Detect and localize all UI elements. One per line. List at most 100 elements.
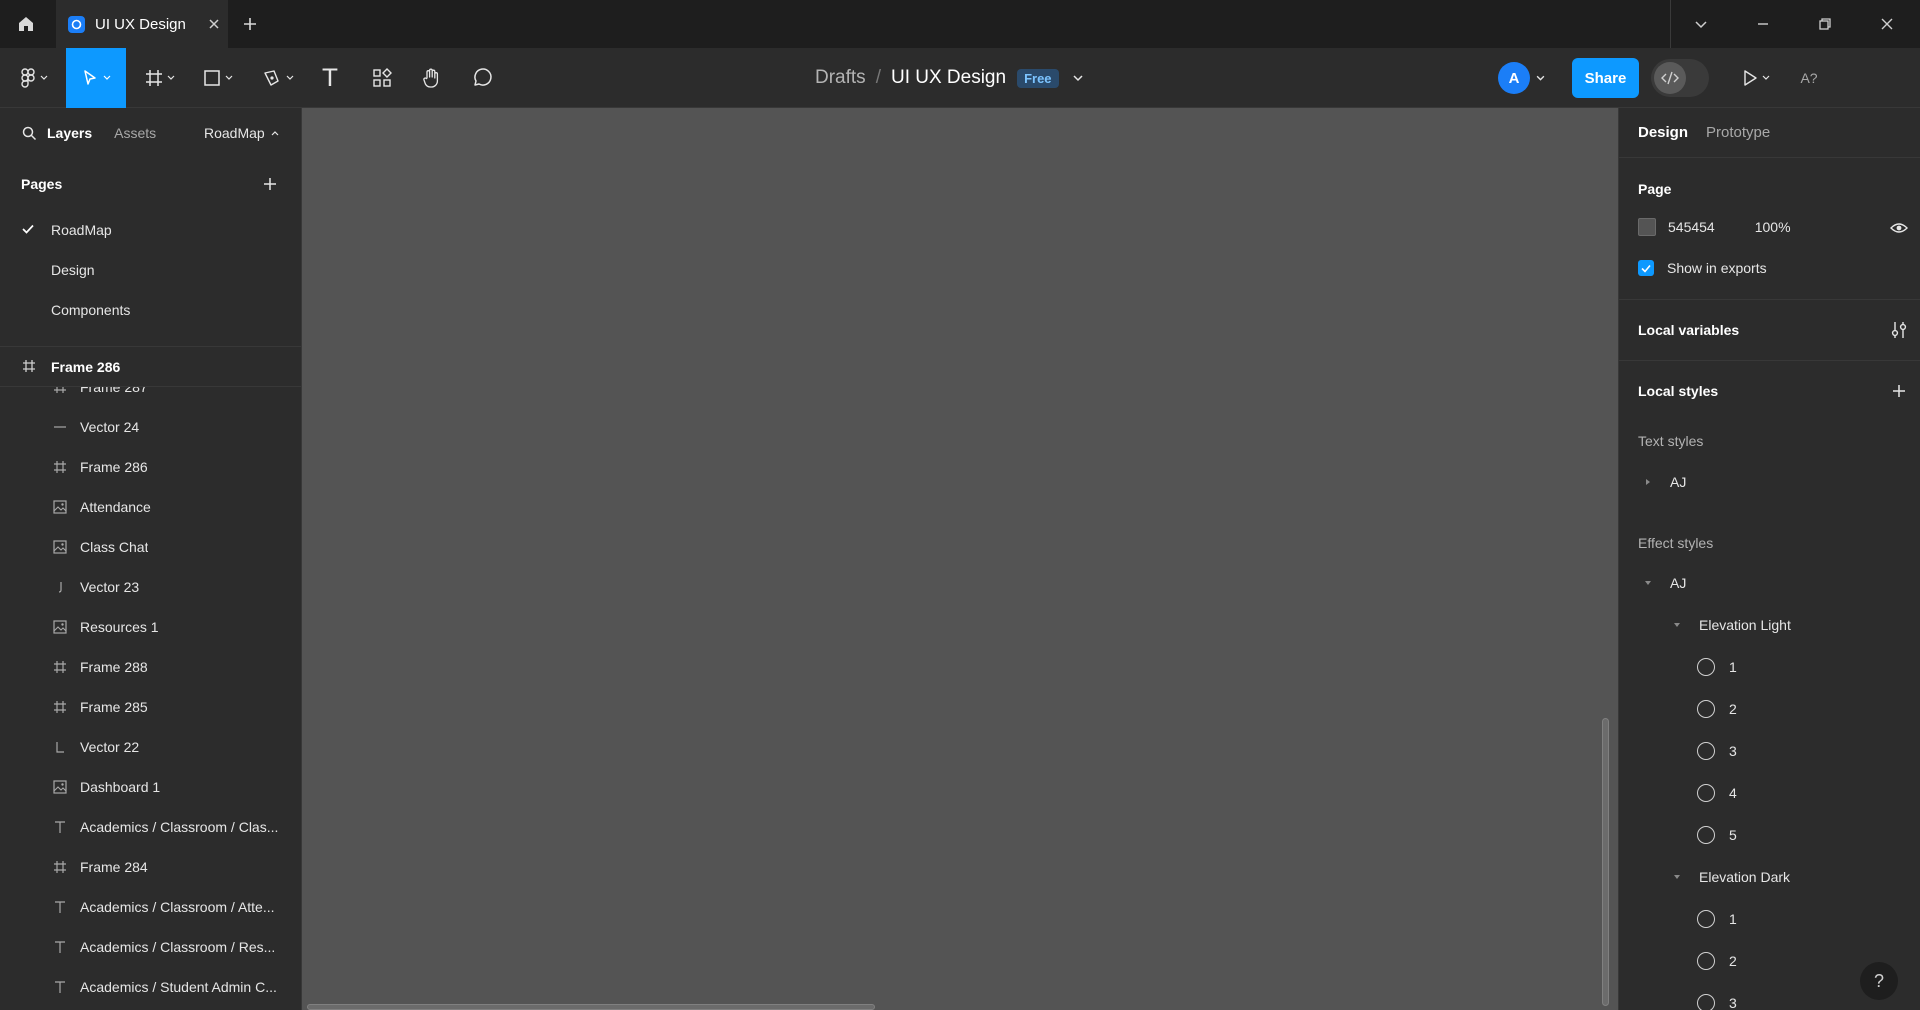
layer-row[interactable]: Academics / Classroom / Atte...	[0, 887, 301, 927]
layer-row[interactable]: Vector 24	[0, 407, 301, 447]
text-style-group-aj[interactable]: AJ	[1643, 470, 1686, 494]
left-panel-tabs: Layers Assets RoadMap	[0, 108, 301, 158]
layer-row[interactable]: Academics / Classroom / Clas...	[0, 807, 301, 847]
breadcrumb-drafts[interactable]: Drafts	[815, 67, 866, 89]
tab-design[interactable]: Design	[1638, 124, 1688, 141]
restore-button[interactable]	[1794, 0, 1856, 48]
tab-assets[interactable]: Assets	[114, 125, 156, 141]
dev-mode-toggle[interactable]	[1651, 59, 1709, 97]
layer-label: Vector 22	[80, 739, 140, 755]
layer-label: Frame 285	[80, 699, 148, 715]
effect-style-item[interactable]: 1	[1697, 655, 1737, 679]
effect-style-item[interactable]: 3	[1697, 991, 1737, 1010]
restore-icon	[1819, 18, 1831, 30]
image-icon	[53, 780, 67, 794]
move-tool[interactable]	[66, 48, 126, 108]
elevation-dark-group[interactable]: Elevation Dark	[1672, 865, 1790, 889]
layer-row[interactable]: Frame 286	[0, 447, 301, 487]
text-tool[interactable]: T	[314, 48, 346, 108]
layer-row[interactable]: Frame 285	[0, 687, 301, 727]
layer-row[interactable]: Academics / Classroom / Res...	[0, 927, 301, 967]
drop-shadow-icon	[1697, 700, 1715, 718]
chevron-down-icon	[40, 75, 48, 80]
file-menu-button[interactable]	[1073, 73, 1083, 83]
add-page-button[interactable]	[260, 174, 280, 194]
section-divider	[1619, 299, 1920, 300]
resources-tool[interactable]	[366, 48, 398, 108]
avatar: A	[1498, 62, 1530, 94]
effect-style-item[interactable]: 2	[1697, 697, 1737, 721]
effect-style-item[interactable]: 3	[1697, 739, 1737, 763]
page-section-title: Page	[1638, 181, 1672, 197]
frame-icon	[22, 359, 36, 373]
eye-icon[interactable]	[1889, 218, 1909, 238]
selected-frame-row[interactable]: Frame 286	[0, 347, 301, 387]
show-in-exports-checkbox[interactable]	[1638, 260, 1654, 276]
horizontal-scrollbar[interactable]	[307, 1004, 875, 1010]
breadcrumb: Drafts / UI UX Design Free	[815, 48, 1083, 108]
present-button[interactable]	[1736, 48, 1776, 108]
tabs-dropdown-button[interactable]	[1670, 0, 1732, 48]
local-variables-title[interactable]: Local variables	[1638, 322, 1739, 338]
layer-row[interactable]: Vector 22	[0, 727, 301, 767]
page-selector[interactable]: RoadMap	[204, 108, 279, 158]
close-window-button[interactable]	[1856, 0, 1918, 48]
share-button[interactable]: Share	[1572, 58, 1639, 98]
shape-tool[interactable]	[196, 48, 240, 108]
file-tab[interactable]: UI UX Design	[56, 0, 228, 48]
page-item-components[interactable]: Components	[0, 290, 301, 330]
frame-tool[interactable]	[138, 48, 182, 108]
plus-icon	[264, 178, 276, 190]
tab-prototype[interactable]: Prototype	[1706, 124, 1770, 141]
effect-style-item[interactable]: 5	[1697, 823, 1737, 847]
home-button[interactable]	[0, 0, 52, 48]
pen-tool[interactable]	[256, 48, 300, 108]
comment-tool[interactable]	[466, 48, 498, 108]
tab-layers[interactable]: Layers	[47, 125, 92, 141]
help-button[interactable]: ?	[1860, 962, 1898, 1000]
file-name[interactable]: UI UX Design	[891, 67, 1006, 89]
chevron-down-icon	[225, 75, 233, 80]
add-style-button[interactable]	[1889, 381, 1909, 401]
page-color-swatch[interactable]	[1638, 218, 1656, 236]
page-color-value[interactable]: 545454	[1668, 219, 1715, 235]
effect-style-label: 1	[1729, 911, 1737, 927]
layer-row[interactable]: Frame 288	[0, 647, 301, 687]
effect-style-label: 3	[1729, 743, 1737, 759]
page-opacity-value[interactable]: 100%	[1755, 219, 1791, 235]
drop-shadow-icon	[1697, 826, 1715, 844]
user-menu[interactable]: A	[1498, 60, 1545, 96]
layer-row[interactable]: Class Chat	[0, 527, 301, 567]
elevation-light-group[interactable]: Elevation Light	[1672, 613, 1791, 637]
main-menu-button[interactable]	[14, 48, 54, 108]
hand-tool[interactable]	[416, 48, 448, 108]
close-tab-button[interactable]	[200, 10, 228, 38]
page-fill-row: 545454 100%	[1638, 218, 1791, 236]
effect-style-group-aj[interactable]: AJ	[1643, 571, 1686, 595]
layer-row[interactable]: Frame 287	[0, 387, 301, 407]
show-in-exports-row[interactable]: Show in exports	[1638, 260, 1767, 276]
variables-settings-icon[interactable]	[1889, 320, 1909, 340]
page-item-roadmap[interactable]: RoadMap	[0, 210, 301, 250]
effect-style-item[interactable]: 4	[1697, 781, 1737, 805]
minimize-button[interactable]	[1732, 0, 1794, 48]
layer-row[interactable]: Frame 284	[0, 847, 301, 887]
layer-row[interactable]: Attendance	[0, 487, 301, 527]
drop-shadow-icon	[1697, 742, 1715, 760]
layer-row[interactable]: Dashboard 1	[0, 767, 301, 807]
new-tab-button[interactable]	[236, 10, 264, 38]
layer-list: Frame 287 Vector 24 Frame 286 Attendance…	[0, 387, 301, 1010]
effect-style-item[interactable]: 1	[1697, 907, 1737, 931]
search-icon[interactable]	[22, 126, 37, 141]
effect-style-item[interactable]: 2	[1697, 949, 1737, 973]
hand-icon	[423, 68, 439, 88]
layer-row[interactable]: Academics / Student Admin C...	[0, 967, 301, 1007]
canvas[interactable]	[302, 108, 1618, 1010]
layer-row[interactable]: Vector 23	[0, 567, 301, 607]
page-label: Design	[51, 262, 95, 278]
plan-badge[interactable]: Free	[1017, 68, 1059, 88]
missing-fonts-button[interactable]: A?	[1794, 48, 1824, 108]
page-item-design[interactable]: Design	[0, 250, 301, 290]
layer-row[interactable]: Resources 1	[0, 607, 301, 647]
vertical-scrollbar[interactable]	[1602, 718, 1609, 1006]
